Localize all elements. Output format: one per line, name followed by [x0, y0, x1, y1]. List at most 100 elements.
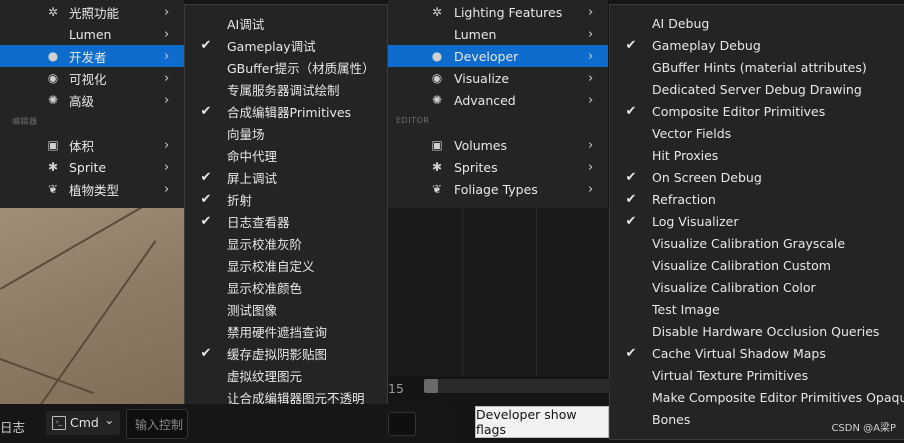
showflag-item[interactable]: ✔ On Screen Debug	[610, 166, 903, 188]
showflag-item[interactable]: 显示校准灰阶	[185, 232, 385, 254]
chevron-right-icon: ›	[164, 26, 170, 42]
menu-item-cube[interactable]: ▣ Volumes ›	[388, 134, 608, 156]
menu-item-lumen[interactable]: Lumen ›	[0, 23, 184, 45]
showflag-label: 虚拟纹理图元	[227, 368, 303, 384]
chevron-right-icon: ›	[164, 70, 170, 86]
menu-item-cube[interactable]: ▣ 体积 ›	[0, 134, 184, 156]
timeline-scrollbar[interactable]	[424, 379, 610, 393]
showflag-label: Make Composite Editor Primitives Opaque	[652, 389, 904, 405]
menu-item-eye[interactable]: ◉ Visualize ›	[388, 67, 608, 89]
showflag-label: 命中代理	[227, 148, 278, 164]
showflag-item[interactable]: Make Composite Editor Primitives Opaque	[610, 386, 904, 408]
showflag-label: 屏上调试	[227, 170, 278, 186]
showflag-item[interactable]: 向量场	[185, 122, 385, 144]
menu-item-sparkle[interactable]: ✲ Lighting Features ›	[388, 1, 608, 23]
showflag-item[interactable]: ✔ 折射	[185, 188, 385, 210]
menu-item-label: Foliage Types	[454, 181, 538, 197]
left-showflags-menu: ✲ 光照功能 › Lumen › ● 开发者 › ◉ 可视化 › ✺ 高级 › ▣ 体积 › ✱ Sprite › ❦ 植…	[0, 0, 184, 208]
showflag-item[interactable]: 禁用硬件遮挡查询	[185, 320, 385, 342]
showflag-label: Disable Hardware Occlusion Queries	[652, 323, 880, 339]
menu-item-lumen[interactable]: Lumen ›	[388, 23, 608, 45]
foliage-icon: ❦	[47, 182, 59, 196]
showflag-item[interactable]: 测试图像	[185, 298, 385, 320]
showflag-item[interactable]: Virtual Texture Primitives	[610, 364, 903, 386]
menu-item-eye[interactable]: ◉ 可视化 ›	[0, 67, 184, 89]
menu-item-label: 体积	[69, 138, 95, 154]
showflag-label: Virtual Texture Primitives	[652, 367, 809, 383]
showflag-label: 缓存虚拟阴影贴图	[227, 346, 328, 362]
showflag-item[interactable]: 显示校准颜色	[185, 276, 385, 298]
console-input[interactable]: 输入控制	[126, 409, 188, 439]
showflag-item[interactable]: ✔ Refraction	[610, 188, 903, 210]
floor-seam	[0, 358, 94, 395]
menu-item-atom[interactable]: ✺ Advanced ›	[388, 89, 608, 111]
showflag-item[interactable]: 命中代理	[185, 144, 385, 166]
showflag-label: On Screen Debug	[652, 169, 762, 185]
showflag-item[interactable]: ✔ 日志查看器	[185, 210, 385, 232]
menu-item-label: 开发者	[69, 49, 107, 65]
viewport-dark	[388, 208, 610, 376]
viewport-floor-texture	[0, 208, 184, 404]
left-developer-submenu: AI调试 ✔ Gameplay调试 GBuffer提示（材质属性） 专属服务器调试绘制 ✔…	[184, 4, 388, 440]
chevron-right-icon: ›	[588, 92, 594, 108]
menu-item-person[interactable]: ● Developer ›	[388, 45, 608, 67]
showflag-item[interactable]: AI调试	[185, 12, 385, 34]
menu-item-foliage[interactable]: ❦ Foliage Types ›	[388, 178, 608, 200]
showflag-item[interactable]: ✔ Log Visualizer	[610, 210, 903, 232]
showflag-item[interactable]: Vector Fields	[610, 122, 903, 144]
showflag-item[interactable]: ✔ 缓存虚拟阴影贴图	[185, 342, 385, 364]
menu-item-foliage[interactable]: ❦ 植物类型 ›	[0, 178, 184, 200]
checkmark-icon: ✔	[625, 191, 637, 207]
atom-icon: ✺	[47, 93, 59, 107]
showflag-label: Bones	[652, 411, 691, 427]
showflag-item[interactable]: 显示校准自定义	[185, 254, 385, 276]
cmd-label: Cmd	[70, 415, 99, 430]
menu-item-sprite[interactable]: ✱ Sprite ›	[0, 156, 184, 178]
cmd-dropdown[interactable]: ›_ Cmd ⌄	[46, 411, 120, 435]
showflag-item[interactable]: Dedicated Server Debug Drawing	[610, 78, 903, 100]
showflag-item[interactable]: Visualize Calibration Color	[610, 276, 903, 298]
menu-item-label: Sprite	[69, 159, 107, 175]
console-input-right[interactable]	[388, 412, 416, 436]
terminal-icon: ›_	[52, 416, 66, 430]
showflag-label: Hit Proxies	[652, 147, 719, 163]
chevron-right-icon: ›	[588, 181, 594, 197]
showflag-item[interactable]: Test Image	[610, 298, 903, 320]
checkmark-icon: ✔	[625, 103, 637, 119]
showflag-item[interactable]: Visualize Calibration Custom	[610, 254, 903, 276]
log-tab[interactable]: 日志	[0, 417, 25, 436]
checkmark-icon: ✔	[200, 213, 212, 229]
checkmark-icon: ✔	[625, 345, 637, 361]
showflag-item[interactable]: ✔ Gameplay调试	[185, 34, 385, 56]
showflag-item[interactable]: Hit Proxies	[610, 144, 903, 166]
menu-item-sprite[interactable]: ✱ Sprites ›	[388, 156, 608, 178]
chevron-right-icon: ›	[164, 159, 170, 175]
floor-seam	[0, 208, 184, 290]
menu-item-atom[interactable]: ✺ 高级 ›	[0, 89, 184, 111]
menu-item-label: Sprites	[454, 159, 498, 175]
menu-item-label: 高级	[69, 93, 95, 109]
showflag-item[interactable]: GBuffer Hints (material attributes)	[610, 56, 903, 78]
showflag-item[interactable]: ✔ 屏上调试	[185, 166, 385, 188]
scrollbar-thumb[interactable]	[424, 379, 438, 393]
chevron-right-icon: ›	[588, 137, 594, 153]
showflag-label: 显示校准颜色	[227, 280, 303, 296]
showflag-item[interactable]: ✔ 合成编辑器Primitives	[185, 100, 385, 122]
showflag-label: Visualize Calibration Grayscale	[652, 235, 846, 251]
showflag-item[interactable]: AI Debug	[610, 12, 903, 34]
tooltip: Developer show flags	[475, 406, 609, 438]
showflag-item[interactable]: GBuffer提示（材质属性）	[185, 56, 385, 78]
showflag-label: Log Visualizer	[652, 213, 739, 229]
showflag-item[interactable]: ✔ Gameplay Debug	[610, 34, 903, 56]
menu-item-sparkle[interactable]: ✲ 光照功能 ›	[0, 1, 184, 23]
showflag-item[interactable]: 专属服务器调试绘制	[185, 78, 385, 100]
showflag-item[interactable]: 虚拟纹理图元	[185, 364, 385, 386]
showflag-item[interactable]: ✔ Cache Virtual Shadow Maps	[610, 342, 903, 364]
showflag-item[interactable]: Visualize Calibration Grayscale	[610, 232, 903, 254]
showflag-item[interactable]: ✔ Composite Editor Primitives	[610, 100, 903, 122]
menu-item-label: 可视化	[69, 71, 107, 87]
menu-item-label: Lumen	[454, 26, 497, 42]
menu-item-person[interactable]: ● 开发者 ›	[0, 45, 184, 67]
sprite-icon: ✱	[47, 160, 59, 174]
showflag-item[interactable]: Disable Hardware Occlusion Queries	[610, 320, 903, 342]
